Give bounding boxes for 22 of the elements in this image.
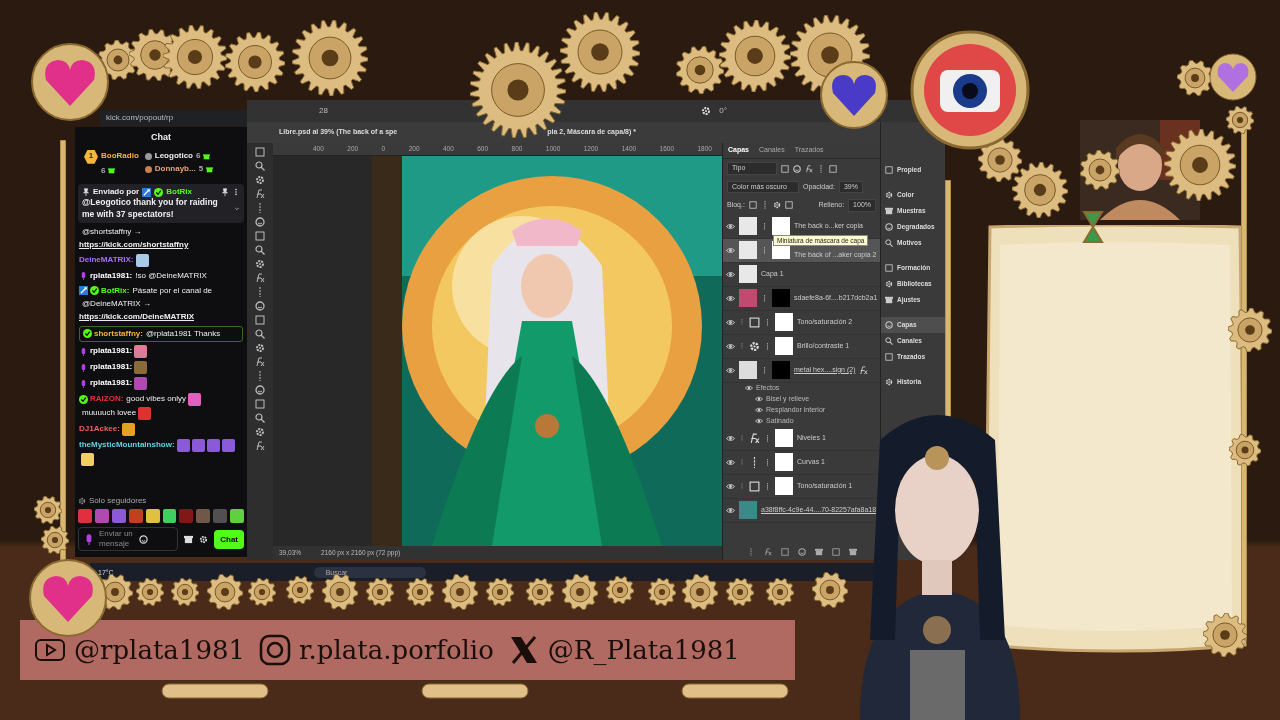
gift-count: 6 (196, 151, 201, 162)
chat-username: BotRix (166, 187, 192, 198)
chat-message-text: @shortstaffny → (82, 225, 142, 238)
social-handle: r.plata.porfolio (299, 635, 494, 665)
chat-mode: Solo seguidores (89, 495, 147, 506)
social-handle: @rplata1981 (74, 635, 245, 665)
chat-message-text: @rplata1981 Thanks (145, 327, 221, 340)
chat-message-text: !so @DeineMATRIX (135, 269, 207, 282)
rank-badge: 1 (84, 149, 98, 164)
chat-message-text: Pásate por el canal de (132, 284, 213, 297)
leaderboard-name: BooRadio (101, 151, 139, 162)
social-handle: @R_Plata1981 (547, 635, 740, 665)
chat-message-text: muuuuch lovee (82, 407, 137, 420)
pinned-label: Enviado por (93, 187, 140, 198)
gift-count: 6 (101, 165, 106, 177)
chat-message-text: @DeineMATRIX → (82, 297, 151, 310)
leaderboard-name: Donnayb... (154, 163, 196, 175)
pinned-text: @Leogotico thank you for raiding me with 37 spectators! (82, 197, 219, 220)
leaderboard-name: Leogotico (154, 151, 193, 162)
chat-title: Chat (150, 131, 172, 144)
gift-count: 5 (198, 163, 204, 175)
chat-message-text: good vibes onlyy (126, 393, 186, 406)
